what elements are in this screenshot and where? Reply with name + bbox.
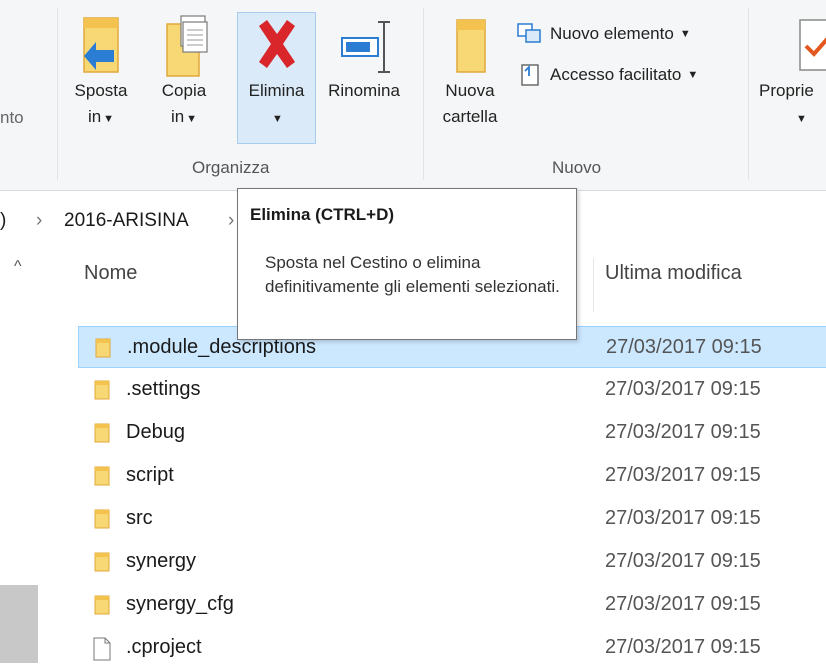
properties-check-icon [799,19,826,71]
file-row[interactable]: synergy 27/03/2017 09:15 [78,541,826,583]
move-to-label-2: in [87,107,102,126]
new-item-icon [517,23,541,43]
ribbon-separator [57,8,58,180]
file-row[interactable]: synergy_cfg 27/03/2017 09:15 [78,584,826,626]
file-row[interactable]: Debug 27/03/2017 09:15 [78,412,826,454]
folder-icon [92,379,112,407]
file-date: 27/03/2017 09:15 [605,636,761,658]
file-date: 27/03/2017 09:15 [605,421,761,443]
breadcrumb-separator: › [228,210,235,231]
new-item-label: Nuovo elemento [550,24,674,43]
chevron-down-icon: ▼ [679,28,691,40]
folder-icon [92,508,112,536]
chevron-down-icon: ▼ [186,113,198,125]
new-folder-button[interactable]: Nuova cartella [432,14,508,130]
delete-tooltip: Elimina (CTRL+D) Sposta nel Cestino o el… [237,188,577,340]
tooltip-body: Sposta nel Cestino o elimina definitivam… [265,253,560,296]
copy-to-label-1: Copia [161,81,207,100]
easy-access-icon [521,64,539,86]
file-row[interactable]: src 27/03/2017 09:15 [78,498,826,540]
group-label-organizza: Organizza [192,158,270,177]
rename-icon [341,21,390,73]
new-folder-label-1: Nuova [445,81,495,100]
new-folder-label-2: cartella [442,107,498,126]
folder-icon [92,465,112,493]
chevron-down-icon: ▼ [796,113,807,125]
rename-label: Rinomina [328,81,400,100]
file-date: 27/03/2017 09:15 [605,507,761,529]
delete-label: Elimina [248,81,305,100]
file-name: Debug [126,421,185,443]
copy-to-label-2: in [170,107,185,126]
column-header-modified[interactable]: Ultima modifica [605,262,742,308]
column-header-name[interactable]: Nome [84,262,137,308]
chevron-down-icon: ▼ [103,113,115,125]
move-to-icon [83,17,119,73]
file-row[interactable]: script 27/03/2017 09:15 [78,455,826,497]
properties-button[interactable]: Proprie ▼ [756,14,826,132]
ribbon-separator [423,8,424,180]
ribbon-separator [748,8,749,180]
folder-icon [92,594,112,622]
delete-x-icon [258,20,295,68]
new-item-button[interactable]: Nuovo elemento ▼ [516,22,691,46]
file-date: 27/03/2017 09:15 [606,336,762,358]
new-folder-icon [456,19,486,73]
copy-to-button[interactable]: Copia in ▼ [148,14,220,132]
group-label-nuovo: Nuovo [552,158,602,177]
easy-access-button[interactable]: Accesso facilitato ▼ [516,62,698,88]
scroll-up-icon[interactable]: ^ [14,258,22,276]
properties-label: Proprie [759,81,814,100]
folder-icon [92,551,112,579]
breadcrumb-folder[interactable]: 2016-ARISINA [64,210,189,232]
file-name: script [126,464,174,486]
column-divider[interactable] [593,258,594,312]
file-date: 27/03/2017 09:15 [605,378,761,400]
delete-button[interactable]: Elimina ▼ [237,14,316,132]
easy-access-label: Accesso facilitato [550,65,682,84]
breadcrumb-fragment: ) [0,210,7,231]
ribbon-cut-label: nto [0,108,24,127]
folder-icon [92,422,112,450]
file-row[interactable]: .settings 27/03/2017 09:15 [78,369,826,411]
rename-button[interactable]: Rinomina [320,14,408,104]
file-date: 27/03/2017 09:15 [605,593,761,615]
ribbon: nto Sposta in ▼ Copia in ▼ Elimina ▼ Rin… [0,0,826,191]
folder-icon [93,337,113,365]
file-name: synergy_cfg [126,593,234,615]
move-to-button[interactable]: Sposta in ▼ [65,14,137,132]
scrollbar-thumb[interactable] [0,585,38,663]
file-name: .cproject [126,636,202,658]
copy-to-icon [166,15,208,77]
file-date: 27/03/2017 09:15 [605,550,761,572]
file-date: 27/03/2017 09:15 [605,464,761,486]
file-name: synergy [126,550,197,572]
tooltip-title: Elimina (CTRL+D) [250,205,395,224]
chevron-down-icon: ▼ [272,113,283,125]
breadcrumb-separator: › [36,210,43,231]
chevron-down-icon: ▼ [687,69,699,81]
file-name: src [126,507,153,529]
move-to-label-1: Sposta [74,81,128,100]
file-name: .settings [126,378,201,400]
